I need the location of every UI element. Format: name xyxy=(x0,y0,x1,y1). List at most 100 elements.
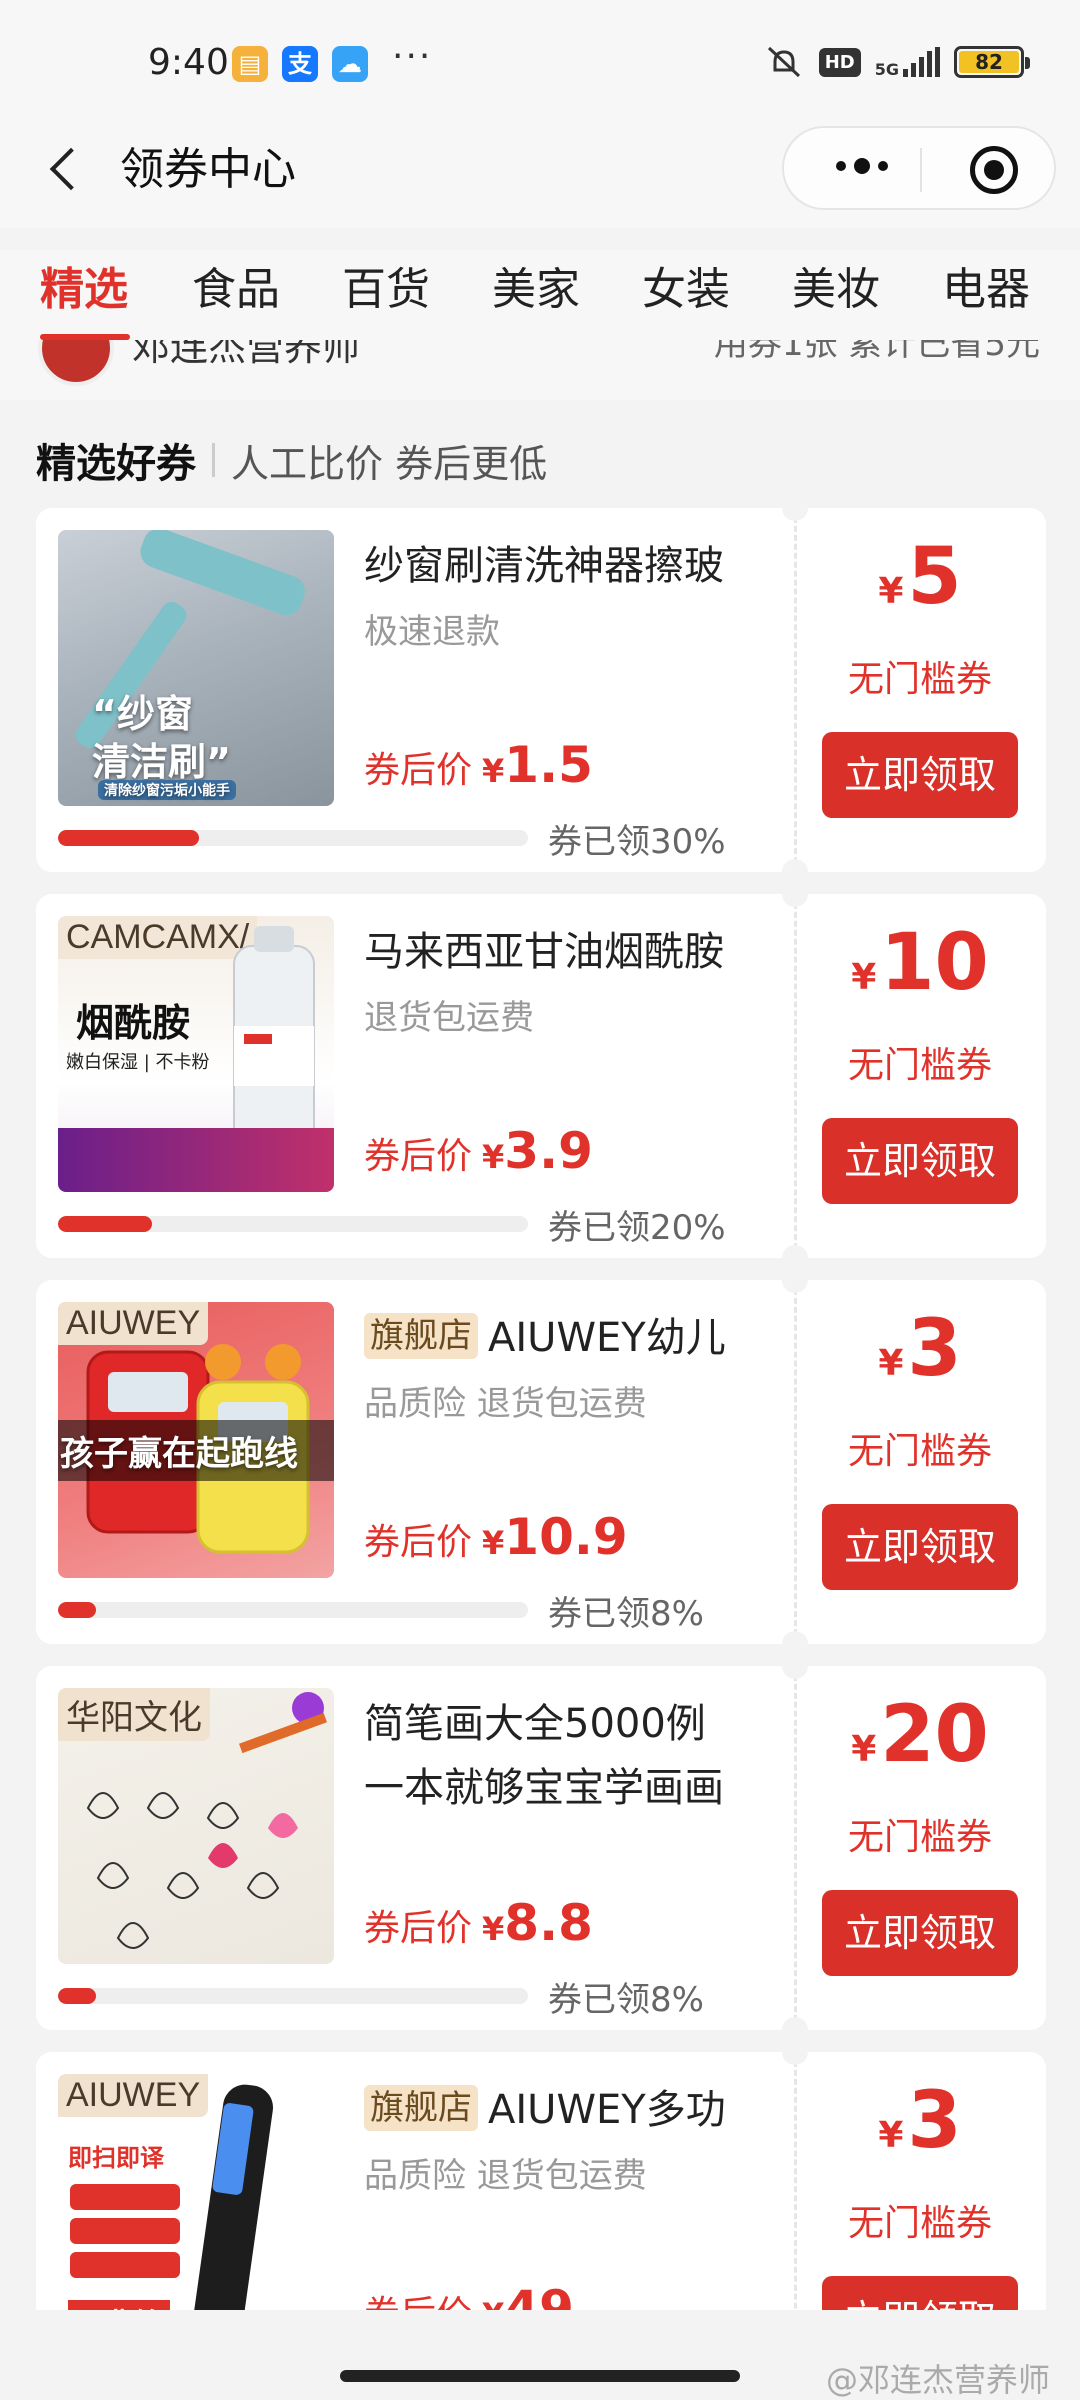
active-tab-indicator xyxy=(40,334,130,340)
card-notch xyxy=(782,1631,808,1644)
image-banner xyxy=(58,1128,334,1192)
product-title[interactable]: 马来西亚甘油烟酰胺 xyxy=(364,920,794,984)
status-indicators: HD 5G 82 xyxy=(763,42,1030,82)
product-image[interactable]: CAMCAMX/ 烟酰胺 嫩白保湿 | 不卡粉 xyxy=(58,916,334,1192)
coupon-amount: ¥3 xyxy=(794,2076,1046,2166)
claim-coupon-button[interactable]: 立即领取 xyxy=(822,1504,1018,1590)
watermark: @邓连杰营养师 xyxy=(825,2361,1050,2399)
back-button[interactable] xyxy=(40,140,100,200)
message-app-icon: ▤ xyxy=(232,46,268,82)
tab-beauty[interactable]: 美妆 xyxy=(792,260,880,320)
card-notch xyxy=(782,1245,808,1258)
miniprogram-capsule xyxy=(782,126,1056,210)
price-value: 1.5 xyxy=(504,736,593,794)
product-image-caption: 烟酰胺 xyxy=(76,1001,191,1045)
coupon-value: 20 xyxy=(880,1690,989,1780)
tab-food[interactable]: 食品 xyxy=(192,260,280,320)
product-image-subcaption: 嫩白保湿 | 不卡粉 xyxy=(66,1052,210,1073)
more-options-icon[interactable] xyxy=(836,158,888,174)
tab-women[interactable]: 女装 xyxy=(642,260,730,320)
product-title-text: AIUWEY幼儿 xyxy=(488,1315,726,1361)
tab-jingxuan[interactable]: 精选 xyxy=(40,260,128,320)
mute-icon xyxy=(763,44,805,80)
coupon-card[interactable]: CAMCAMX/ 烟酰胺 嫩白保湿 | 不卡粉 马来西亚甘油烟酰胺 退货包运费 … xyxy=(36,894,1046,1258)
tab-general-goods[interactable]: 百货 xyxy=(342,260,430,320)
product-tags: 品质险 退货包运费 xyxy=(364,2156,647,2196)
claim-progress-bar xyxy=(58,1602,528,1618)
coupon-currency: ¥ xyxy=(878,571,904,612)
user-summary-row: 邓连杰营养师 用券1张 累计已省5元 xyxy=(0,330,1080,400)
claim-progress-fill xyxy=(58,1602,96,1618)
product-image-caption: 孩子赢在起跑线 xyxy=(58,1420,334,1481)
product-image-subcaption: 清除纱窗污垢小能手 xyxy=(98,780,236,800)
cloud-icon: ☁ xyxy=(332,46,368,82)
coupon-value: 3 xyxy=(907,2076,962,2166)
product-image[interactable]: 华阳文化 xyxy=(58,1688,334,1964)
claim-progress-fill xyxy=(58,830,199,846)
claimed-percent: 券已领30% xyxy=(548,822,726,862)
signal-icon: 5G xyxy=(874,47,940,79)
section-divider xyxy=(212,443,215,477)
section-header: 精选好券 人工比价 券后更低 xyxy=(36,430,547,490)
claim-coupon-button[interactable]: 立即领取 xyxy=(822,732,1018,818)
coupon-amount: ¥10 xyxy=(794,918,1046,1008)
card-notch xyxy=(782,1280,808,1293)
coupon-value: 3 xyxy=(907,1304,962,1394)
flagship-badge: 旗舰店 xyxy=(364,2085,478,2131)
coupon-type: 无门槛券 xyxy=(847,1431,992,1472)
price-value: 3.9 xyxy=(504,1122,593,1180)
home-indicator[interactable] xyxy=(340,2370,740,2382)
coupon-card[interactable]: “纱窗 清洁刷” 清除纱窗污垢小能手 纱窗刷清洗神器擦玻 极速退款 券后价 ¥1.… xyxy=(36,508,1046,872)
battery-level: 82 xyxy=(959,51,1019,73)
category-tabs: 精选 食品 百货 美家 女装 美妆 电器 xyxy=(0,250,1080,340)
nav-bar: 领券中心 xyxy=(0,118,1080,228)
hd-badge: HD xyxy=(818,47,861,77)
coupon-amount: ¥3 xyxy=(794,1304,1046,1394)
tab-appliances[interactable]: 电器 xyxy=(942,260,1030,320)
product-title[interactable]: 旗舰店 AIUWEY幼儿 xyxy=(364,1306,794,1370)
product-image-subcaption: 即扫即译 xyxy=(68,2144,164,2172)
coupon-currency: ¥ xyxy=(878,2115,904,2156)
page-title: 领券中心 xyxy=(120,144,296,195)
network-type: 5G xyxy=(874,60,899,79)
coupon-type: 无门槛券 xyxy=(847,2203,992,2244)
price-value: 8.8 xyxy=(504,1894,593,1952)
claim-progress-fill xyxy=(58,1216,152,1232)
coupon-amount: ¥5 xyxy=(794,532,1046,622)
coupon-amount: ¥20 xyxy=(794,1690,1046,1780)
tab-home[interactable]: 美家 xyxy=(492,260,580,320)
coupon-value: 5 xyxy=(907,532,962,622)
coupon-card[interactable]: AIUWEY 孩子赢在起跑线 旗舰店 AIUWEY幼儿 品质险 退货包运费 券后价… xyxy=(36,1280,1046,1644)
card-notch xyxy=(782,894,808,907)
card-notch xyxy=(782,508,808,521)
after-coupon-price: 券后价 ¥1.5 xyxy=(364,736,593,794)
status-bar: 9:40 ▤ 支 ☁ ··· HD 5G 82 xyxy=(0,0,1080,135)
close-miniprogram-icon[interactable] xyxy=(970,146,1018,194)
product-title[interactable]: 纱窗刷清洗神器擦玻 xyxy=(364,534,794,598)
claimed-percent: 券已领20% xyxy=(548,1208,726,1248)
claim-coupon-button[interactable]: 立即领取 xyxy=(822,1890,1018,1976)
coupon-type: 无门槛券 xyxy=(847,659,992,700)
card-notch xyxy=(782,2052,808,2065)
sketchbook-illustration xyxy=(86,1692,327,1949)
product-image[interactable]: AIUWEY 孩子赢在起跑线 xyxy=(58,1302,334,1578)
price-label: 券后价 xyxy=(364,1136,473,1177)
alipay-icon: 支 xyxy=(282,46,318,82)
after-coupon-price: 券后价 ¥10.9 xyxy=(364,1508,628,1566)
claim-progress-bar xyxy=(58,1988,528,2004)
price-value: 10.9 xyxy=(504,1508,628,1566)
claim-coupon-button[interactable]: 立即领取 xyxy=(822,1118,1018,1204)
product-title[interactable]: 旗舰店 AIUWEY多功 xyxy=(364,2078,794,2142)
status-time: 9:40 xyxy=(148,42,229,83)
coupon-value: 10 xyxy=(880,918,989,1008)
after-coupon-price: 券后价 ¥3.9 xyxy=(364,1122,593,1180)
coupon-card[interactable]: 华阳文化 简笔画大全5000例 一本就够宝宝学画画 券后价 ¥8.8 券已领8% … xyxy=(36,1666,1046,2030)
coupon-type: 无门槛券 xyxy=(847,1045,992,1086)
product-title[interactable]: 简笔画大全5000例 一本就够宝宝学画画 xyxy=(364,1692,794,1822)
product-tags: 品质险 退货包运费 xyxy=(364,1384,647,1424)
product-image[interactable]: AIUWEY 即扫即译 词典笔 xyxy=(58,2074,334,2350)
capsule-divider xyxy=(920,148,922,192)
claimed-percent: 券已领8% xyxy=(548,1594,704,1634)
product-title-text: AIUWEY多功 xyxy=(488,2087,726,2133)
product-image[interactable]: “纱窗 清洁刷” 清除纱窗污垢小能手 xyxy=(58,530,334,806)
